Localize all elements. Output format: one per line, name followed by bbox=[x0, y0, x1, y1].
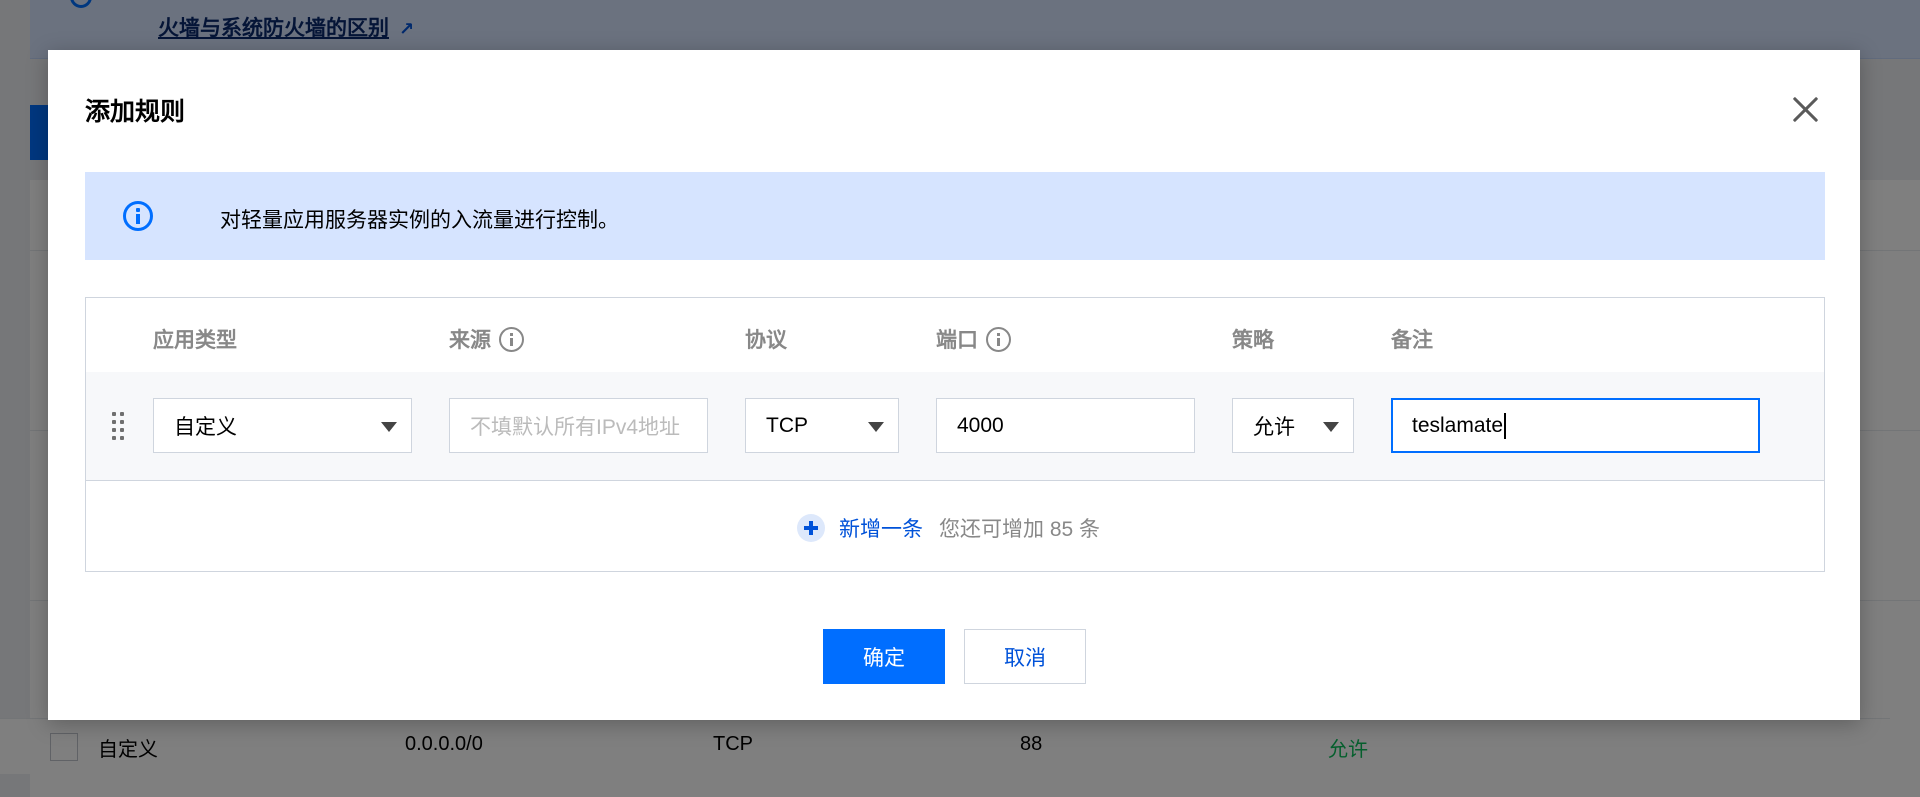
add-rule-dialog: 添加规则 对轻量应用服务器实例的入流量进行控制。 应用类型 来源 协议 端口 策… bbox=[48, 50, 1860, 720]
rule-table: 应用类型 来源 协议 端口 策略 备注 自定义 不填默认所有IPv4地址 TCP bbox=[85, 297, 1825, 572]
column-policy-label: 策略 bbox=[1232, 329, 1274, 352]
column-source-label: 来源 bbox=[449, 329, 491, 352]
column-remark: 备注 bbox=[1391, 324, 1433, 354]
info-banner: 对轻量应用服务器实例的入流量进行控制。 bbox=[85, 172, 1825, 260]
column-remark-label: 备注 bbox=[1391, 329, 1433, 352]
info-icon bbox=[123, 201, 153, 231]
port-value: 4000 bbox=[957, 413, 1004, 437]
drag-handle-icon[interactable] bbox=[112, 412, 126, 440]
column-app-type-label: 应用类型 bbox=[153, 329, 237, 352]
column-policy: 策略 bbox=[1232, 324, 1274, 354]
remaining-quota-hint: 您还可增加 85 条 bbox=[939, 518, 1101, 541]
column-app-type: 应用类型 bbox=[153, 324, 237, 354]
rule-row: 自定义 不填默认所有IPv4地址 TCP 4000 允许 teslamate bbox=[86, 372, 1824, 481]
cancel-button[interactable]: 取消 bbox=[964, 629, 1086, 684]
column-protocol: 协议 bbox=[745, 324, 787, 354]
dialog-title: 添加规则 bbox=[85, 98, 186, 126]
caret-down-icon bbox=[381, 422, 397, 432]
source-placeholder: 不填默认所有IPv4地址 bbox=[470, 415, 681, 439]
column-source: 来源 bbox=[449, 324, 524, 354]
protocol-value: TCP bbox=[766, 413, 808, 437]
add-rule-area: 新增一条 您还可增加 85 条 bbox=[797, 513, 1100, 543]
port-help-icon[interactable] bbox=[986, 326, 1011, 352]
info-text: 对轻量应用服务器实例的入流量进行控制。 bbox=[220, 209, 619, 232]
remark-input[interactable]: teslamate bbox=[1391, 398, 1760, 453]
plus-icon[interactable] bbox=[797, 514, 825, 542]
add-rule-row: 新增一条 您还可增加 85 条 bbox=[86, 480, 1824, 572]
column-port: 端口 bbox=[936, 324, 1011, 354]
add-rule-link[interactable]: 新增一条 bbox=[839, 513, 923, 543]
rule-table-header: 应用类型 来源 协议 端口 策略 备注 bbox=[86, 298, 1824, 373]
caret-down-icon bbox=[868, 422, 884, 432]
column-port-label: 端口 bbox=[936, 329, 978, 352]
protocol-select[interactable]: TCP bbox=[745, 398, 899, 453]
app-type-value: 自定义 bbox=[174, 415, 237, 439]
caret-down-icon bbox=[1323, 422, 1339, 432]
text-cursor bbox=[1504, 412, 1507, 439]
column-protocol-label: 协议 bbox=[745, 329, 787, 352]
source-help-icon[interactable] bbox=[499, 326, 524, 352]
close-icon[interactable] bbox=[1792, 96, 1820, 124]
remark-value: teslamate bbox=[1412, 413, 1504, 437]
confirm-button[interactable]: 确定 bbox=[823, 629, 945, 684]
port-input[interactable]: 4000 bbox=[936, 398, 1195, 453]
policy-value: 允许 bbox=[1253, 415, 1295, 439]
app-type-select[interactable]: 自定义 bbox=[153, 398, 412, 453]
policy-select[interactable]: 允许 bbox=[1232, 398, 1354, 453]
source-input[interactable]: 不填默认所有IPv4地址 bbox=[449, 398, 708, 453]
